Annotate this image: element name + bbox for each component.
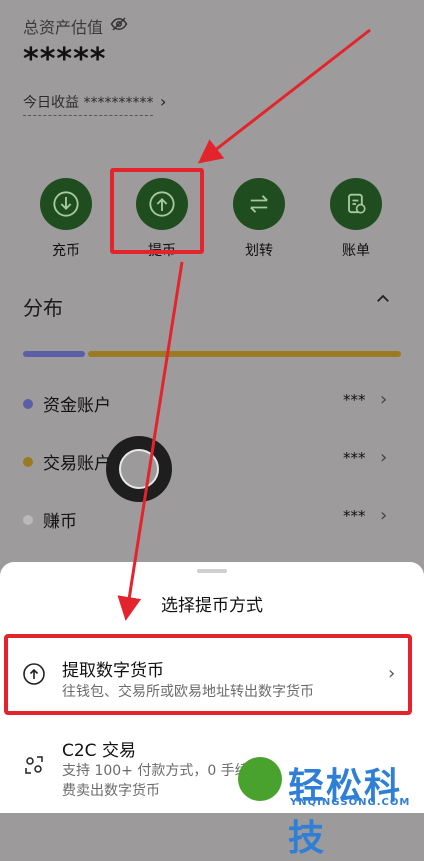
annotation-arrows xyxy=(117,28,371,621)
